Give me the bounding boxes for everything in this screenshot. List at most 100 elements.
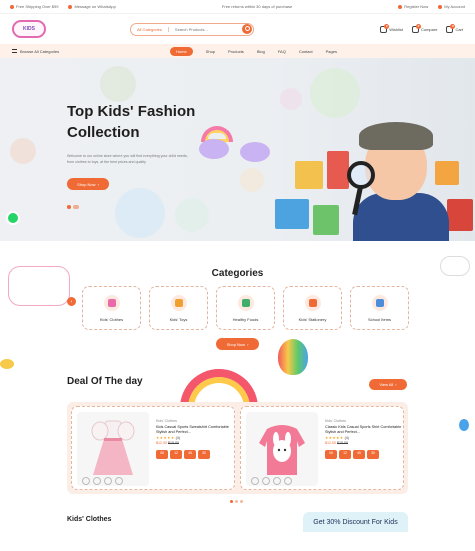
search-category-select[interactable]: All Categories — [131, 26, 169, 32]
section-title: Kids' Clothes — [67, 516, 112, 523]
toy-block — [327, 151, 349, 189]
decor-bubble — [115, 188, 165, 238]
product-actions — [251, 477, 292, 485]
heart-icon[interactable] — [251, 477, 259, 485]
decor-bubble — [240, 168, 264, 192]
categories-section: Categories ‹ › Kids' Clothes Kids' Toys … — [0, 241, 475, 359]
toy-block — [447, 199, 473, 231]
heart-icon: 0 — [380, 23, 390, 33]
decor-bubble — [280, 88, 302, 110]
deal-title: Deal Of The day — [67, 376, 143, 387]
whatsapp-note[interactable]: Message on WhatsApp — [68, 4, 116, 9]
arrow-right-icon: › — [395, 382, 397, 387]
child-figure — [353, 193, 449, 241]
categories-prev-arrow[interactable]: ‹ — [67, 297, 76, 306]
carousel-dot[interactable] — [230, 500, 233, 503]
food-icon — [237, 294, 254, 311]
categories-shop-now-button[interactable]: Shop Now › — [216, 338, 259, 350]
countdown-timer: 05 12 45 30 — [325, 449, 403, 459]
compare-icon[interactable] — [93, 477, 101, 485]
categories-carousel: Kids' Clothes Kids' Toys Healthy Foods K… — [82, 286, 409, 330]
hero-banner: Top Kids' Fashion Collection Welcome to o… — [0, 58, 475, 241]
browse-categories-button[interactable]: Browse All Categories — [12, 49, 142, 54]
deal-of-the-day-section: Deal Of The day View All › Kids' Clothes … — [0, 339, 475, 508]
cart-icon[interactable] — [115, 477, 123, 485]
nav-item-contact[interactable]: Contact — [299, 49, 313, 54]
magnifier-icon — [347, 161, 375, 189]
school-bag-icon — [371, 294, 388, 311]
toy-block — [313, 205, 339, 235]
slider-dots[interactable] — [67, 205, 79, 209]
nav-item-shop[interactable]: Shop — [206, 49, 215, 54]
product-card[interactable]: Kids' Clothes Classic Kids Casual Sports… — [240, 406, 404, 490]
balloon-decoration — [459, 419, 469, 431]
hero-description: Welcome to our online store where you wi… — [67, 154, 188, 164]
hero-title: Top Kids' Fashion Collection — [67, 103, 196, 141]
header-actions: 0 Wishlist 0 Compare 0 Cart — [380, 23, 463, 33]
product-card[interactable]: Kids' Clothes Kids Casual Sports Sweatsh… — [71, 406, 235, 490]
arrow-right-icon: › — [97, 181, 99, 187]
decor-bubble — [175, 198, 209, 232]
account-link[interactable]: My Account — [438, 4, 465, 9]
search-input[interactable] — [168, 26, 242, 32]
eye-icon[interactable] — [104, 477, 112, 485]
cart-icon[interactable] — [284, 477, 292, 485]
sun-decoration — [0, 359, 14, 369]
review-count: (4) — [175, 435, 181, 440]
nav-item-blog[interactable]: Blog — [257, 49, 265, 54]
product-name[interactable]: Kids Casual Sports Sweatshirt Comfortabl… — [156, 425, 234, 436]
whatsapp-icon — [68, 4, 73, 9]
shipping-note: Free Shipping Over $99 — [10, 4, 58, 9]
toy-block — [295, 161, 323, 189]
site-header: KIDS All Categories 0Wishlist 0Compare 0… — [0, 14, 475, 44]
hot-air-balloon-decoration — [278, 339, 308, 375]
category-card-kids-clothes[interactable]: Kids' Clothes — [82, 286, 141, 330]
child-cap — [359, 122, 433, 150]
compare-button[interactable]: 0 Compare — [411, 23, 437, 33]
compare-icon[interactable] — [262, 477, 270, 485]
pink-dress-image — [91, 420, 135, 475]
category-card-school-items[interactable]: School Items — [350, 286, 409, 330]
whatsapp-chat-icon[interactable] — [6, 211, 20, 225]
carousel-dot[interactable] — [235, 500, 238, 503]
hero-shop-now-button[interactable]: Shop Now › — [67, 178, 109, 190]
slider-dot[interactable] — [67, 205, 71, 209]
slider-dot[interactable] — [73, 205, 79, 209]
eye-icon[interactable] — [273, 477, 281, 485]
product-image[interactable] — [246, 412, 318, 486]
deal-products-carousel: Kids' Clothes Kids Casual Sports Sweatsh… — [67, 402, 408, 494]
nav-item-home[interactable]: Home — [170, 46, 193, 56]
product-old-price: $15.00 — [168, 441, 179, 445]
toy-icon — [170, 294, 187, 311]
category-card-kids-toys[interactable]: Kids' Toys — [149, 286, 208, 330]
wishlist-button[interactable]: 0 Wishlist — [380, 23, 403, 33]
search-icon[interactable] — [242, 24, 252, 34]
carousel-dot[interactable] — [240, 500, 243, 503]
nav-item-faq[interactable]: FAQ — [278, 49, 286, 54]
product-name[interactable]: Classic Kids Casual Sports Shirt Comfort… — [325, 425, 403, 436]
kids-clothes-section: Kids' Clothes Get 30% Discount For Kids — [0, 508, 475, 549]
site-logo[interactable]: KIDS — [12, 20, 46, 38]
deal-carousel-dots[interactable] — [230, 500, 243, 503]
register-link[interactable]: Register Now — [398, 4, 428, 9]
account-icon — [438, 4, 443, 9]
decor-bubble — [10, 138, 36, 164]
nav-item-products[interactable]: Products — [228, 49, 244, 54]
category-card-kids-stationery[interactable]: Kids' Stationery — [283, 286, 342, 330]
nav-menu: Home Shop Products Blog FAQ Contact Page… — [170, 46, 337, 56]
view-all-button[interactable]: View All › — [369, 379, 407, 390]
category-card-healthy-foods[interactable]: Healthy Foods — [216, 286, 275, 330]
compare-icon: 0 — [411, 23, 421, 33]
rating-stars-icon: ★★★★★ — [325, 435, 344, 440]
nav-item-pages[interactable]: Pages — [326, 49, 337, 54]
heart-icon[interactable] — [82, 477, 90, 485]
review-count: (4) — [344, 435, 350, 440]
product-price: $12.00 — [156, 441, 167, 445]
dress-icon — [103, 294, 120, 311]
promo-banner[interactable]: Get 30% Discount For Kids — [303, 512, 408, 532]
cart-button[interactable]: 0 Cart — [446, 23, 463, 33]
rating-stars-icon: ★★★★★ — [156, 435, 175, 440]
stationery-icon — [304, 294, 321, 311]
product-info: Kids' Clothes Kids Casual Sports Sweatsh… — [156, 419, 234, 459]
product-image[interactable] — [77, 412, 149, 486]
